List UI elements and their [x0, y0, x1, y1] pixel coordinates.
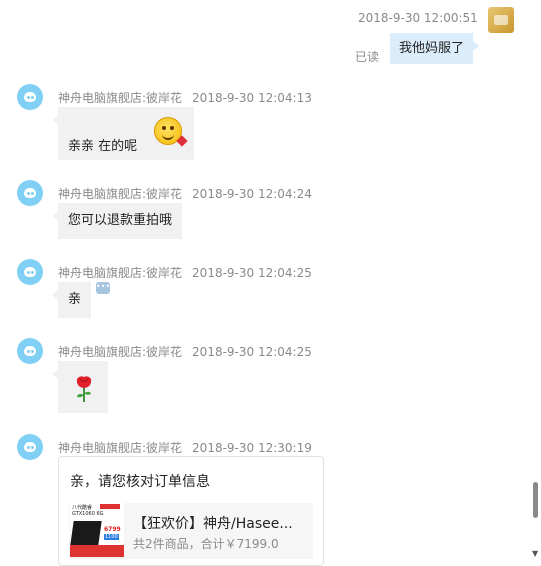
outgoing-timestamp: 2018-9-30 12:00:51: [358, 11, 478, 25]
outgoing-message-text: 我他妈服了: [399, 41, 465, 56]
my-avatar[interactable]: [488, 7, 514, 33]
message-time: 2018-9-30 12:30:19: [192, 441, 312, 455]
smiley-heart-icon: [154, 117, 188, 147]
message-bubble[interactable]: 您可以退款重拍哦: [51, 203, 183, 239]
thumb-price: 6799: [104, 526, 121, 533]
seller-avatar[interactable]: [17, 338, 43, 364]
message-text: 亲: [68, 292, 82, 307]
sender-name: 神舟电脑旗舰店:彼岸花: [58, 187, 183, 201]
product-thumbnail[interactable]: 八代酷睿 GTX1060 6G 6799 1100: [70, 503, 124, 557]
read-status: 已读: [355, 50, 380, 64]
sticker-bubble[interactable]: [52, 361, 108, 413]
outgoing-message-bubble[interactable]: 我他妈服了: [390, 33, 480, 64]
message-sender-line: 神舟电脑旗舰店:彼岸花 2018-9-30 12:04:25: [58, 343, 312, 360]
message-sender-line: 神舟电脑旗舰店:彼岸花 2018-9-30 12:30:19: [58, 439, 312, 456]
product-item[interactable]: 八代酷睿 GTX1060 6G 6799 1100 【狂欢价】神舟/Hasee.…: [69, 503, 313, 559]
sender-name: 神舟电脑旗舰店:彼岸花: [58, 441, 183, 455]
sender-name: 神舟电脑旗舰店:彼岸花: [58, 345, 183, 359]
product-summary: 共2件商品，合计￥7199.0: [133, 537, 279, 551]
scrollbar-track[interactable]: [530, 0, 541, 561]
message-time: 2018-9-30 12:04:25: [192, 266, 312, 280]
message-sender-line: 神舟电脑旗舰店:彼岸花 2018-9-30 12:04:13: [58, 89, 312, 106]
message-text: 亲亲 在的呢: [68, 139, 138, 154]
seller-avatar[interactable]: [17, 434, 43, 460]
order-card[interactable]: 亲，请您核对订单信息 八代酷睿 GTX1060 6G 6799 1100 【狂欢…: [58, 456, 324, 566]
scrollbar-thumb[interactable]: [533, 482, 538, 518]
rose-icon: [76, 376, 92, 402]
chat-window: 2018-9-30 12:00:51 我他妈服了 已读 神舟电脑旗舰店:彼岸花 2…: [0, 0, 530, 566]
message-sender-line: 神舟电脑旗舰店:彼岸花 2018-9-30 12:04:24: [58, 185, 312, 202]
message-time: 2018-9-30 12:04:25: [192, 345, 312, 359]
seller-avatar[interactable]: [17, 180, 43, 206]
product-name: 【狂欢价】神舟/Hasee...: [133, 516, 293, 532]
sender-name: 神舟电脑旗舰店:彼岸花: [58, 266, 183, 280]
scroll-down-arrow-icon[interactable]: ▼: [532, 549, 538, 558]
thumb-label: GTX1060 6G: [72, 511, 104, 517]
message-time: 2018-9-30 12:04:24: [192, 187, 312, 201]
message-bubble[interactable]: 亲: [51, 282, 92, 318]
message-text: 您可以退款重拍哦: [68, 213, 173, 228]
sender-name: 神舟电脑旗舰店:彼岸花: [58, 91, 183, 105]
typing-icon: •••: [96, 282, 110, 294]
seller-avatar[interactable]: [17, 259, 43, 285]
thumb-tag: 1100: [104, 534, 119, 540]
message-sender-line: 神舟电脑旗舰店:彼岸花 2018-9-30 12:04:25: [58, 264, 312, 281]
thumb-label: 八代酷睿: [72, 505, 93, 511]
message-bubble[interactable]: 亲亲 在的呢: [52, 107, 194, 160]
message-time: 2018-9-30 12:04:13: [192, 91, 312, 105]
order-card-title: 亲，请您核对订单信息: [70, 474, 210, 490]
seller-avatar[interactable]: [17, 84, 43, 110]
